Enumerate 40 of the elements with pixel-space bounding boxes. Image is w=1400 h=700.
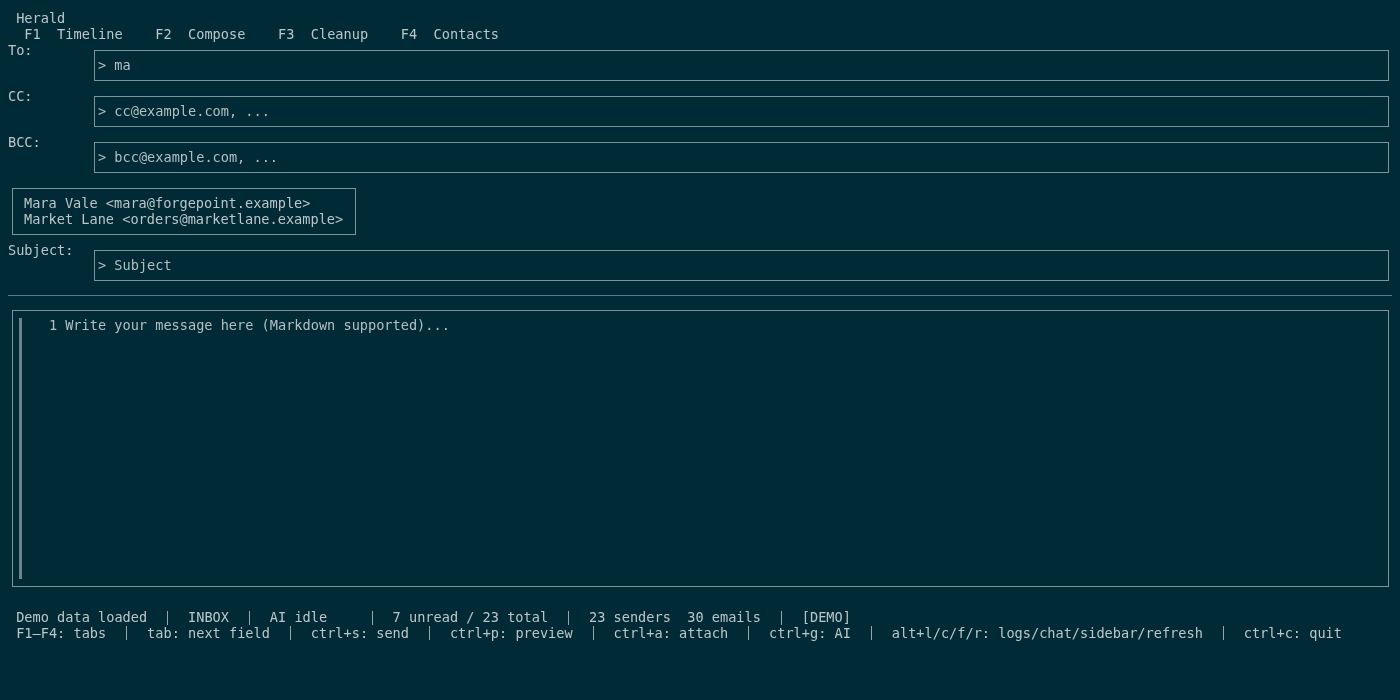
shortcut-hint: ctrl+c: quit	[1243, 625, 1342, 641]
shortcut-hint: ctrl+g: AI	[769, 625, 851, 641]
tab[interactable]: F1 Timeline	[24, 26, 123, 42]
field-label: BCC:	[8, 134, 41, 150]
status-text: INBOX	[188, 610, 229, 626]
prompt-symbol: >	[98, 257, 107, 274]
input-field[interactable]: > cc@example.com, ...	[94, 96, 1389, 127]
shortcut-hint: ctrl+s: send	[310, 625, 409, 641]
suggestion-item[interactable]: Mara Vale <mara@forgepoint.example>	[24, 196, 344, 212]
message-input[interactable]: Write your message here (Markdown supported)...	[65, 318, 1388, 579]
text-input[interactable]: ma	[114, 57, 1385, 74]
suggestion-item[interactable]: Market Lane <orders@marketlane.example>	[24, 211, 344, 227]
field-label: Subject:	[8, 242, 74, 258]
prompt-symbol: >	[98, 103, 107, 120]
line-number: 1	[49, 318, 58, 334]
editor-field[interactable]: 1 Write your message here (Markdown supported)...	[12, 310, 1389, 587]
input-field[interactable]: > Subject	[94, 250, 1389, 281]
shortcut-hint: tab: next field	[147, 625, 270, 641]
input-field[interactable]: > ma	[94, 50, 1389, 81]
shortcut-hint: alt+l/c/f/r: logs/chat/sidebar/refresh	[891, 625, 1203, 641]
field-label: CC:	[8, 88, 33, 104]
shortcut-hint: F1–F4: tabs	[16, 625, 107, 641]
tab[interactable]: F2 Compose	[155, 26, 246, 42]
field-label: To:	[8, 42, 33, 58]
app-title: Herald	[15, 11, 66, 27]
shortcut-hint: ctrl+p: preview	[449, 625, 573, 641]
tab[interactable]: F3 Cleanup	[278, 26, 369, 42]
text-input[interactable]: bcc@example.com, ...	[114, 149, 1385, 166]
text-input[interactable]: Subject	[114, 257, 1385, 274]
prompt-symbol: >	[98, 149, 107, 166]
tab[interactable]: F4 Contacts	[400, 26, 500, 42]
status-text: 23 senders 30 emails	[589, 610, 761, 626]
status-text: Demo data loaded	[16, 610, 148, 626]
prompt-symbol: >	[98, 57, 107, 74]
input-field[interactable]: > bcc@example.com, ...	[94, 142, 1389, 173]
status-text: 7 unread / 23 total	[392, 610, 549, 626]
shortcut-hint: ctrl+a: attach	[613, 625, 729, 641]
text-input[interactable]: cc@example.com, ...	[114, 103, 1385, 120]
status-text: [DEMO]	[801, 610, 851, 626]
status-text: AI idle	[269, 610, 329, 626]
